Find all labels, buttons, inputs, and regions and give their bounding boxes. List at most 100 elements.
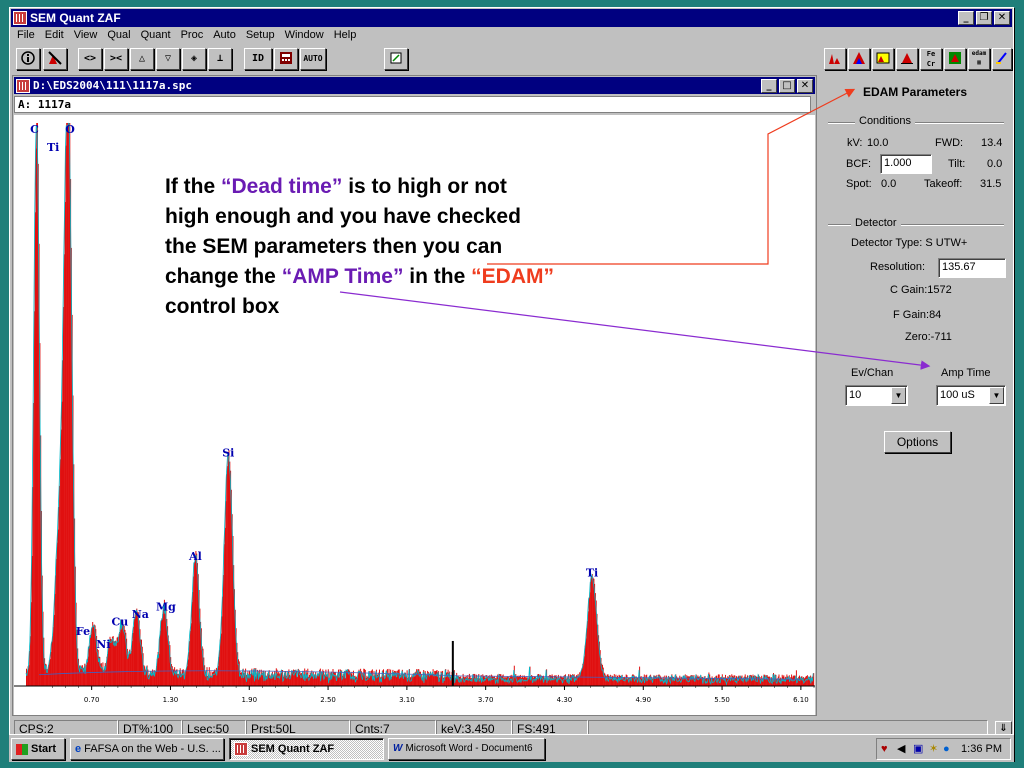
auto-button[interactable]: AUTO — [300, 48, 326, 70]
peak-label: C — [30, 123, 39, 136]
expand-icon[interactable]: <> — [78, 48, 102, 70]
calculator-icon[interactable] — [274, 48, 298, 70]
spectrum-window-icon[interactable] — [16, 78, 30, 93]
eraser-icon[interactable]: ◈ — [182, 48, 206, 70]
peak-label-icon[interactable]: ⊥ — [208, 48, 232, 70]
tilt-label: Tilt: — [948, 158, 966, 170]
triangle-peak-icon[interactable] — [896, 48, 918, 70]
shield-icon[interactable]: ♥ — [881, 739, 888, 759]
minimize-button[interactable]: _ — [958, 11, 974, 25]
menu-file[interactable]: File — [12, 28, 40, 44]
spectrum-minimize-button[interactable]: _ — [761, 78, 777, 93]
amp-time-value: 100 uS — [940, 389, 975, 401]
spectrum-icon[interactable] — [824, 48, 846, 70]
spectrum-label-bar: A: 1117a — [14, 96, 811, 113]
close-button[interactable]: ✕ — [994, 11, 1010, 25]
peak-label: Ti — [586, 567, 598, 580]
fwd-value: 13.4 — [981, 137, 1003, 149]
app-title-bar[interactable]: SEM Quant ZAF _ ❐ ✕ — [11, 9, 1012, 27]
no-peak-icon[interactable] — [43, 48, 67, 70]
annotation-line4-c: in the — [403, 265, 472, 288]
network-icon[interactable]: ▣ — [913, 739, 923, 759]
scale-up-icon[interactable]: △ — [130, 48, 154, 70]
menu-quant[interactable]: Quant — [136, 28, 176, 44]
resolution-input[interactable]: 135.67 — [938, 258, 1006, 278]
x-tick-label: 2.50 — [320, 696, 336, 704]
takeoff-label: Takeoff: — [924, 178, 963, 190]
system-tray: ♥ ◀ ▣ ✶ ● 1:36 PM — [876, 738, 1011, 760]
menu-view[interactable]: View — [69, 28, 103, 44]
detector-label: Detector — [851, 217, 901, 229]
scale-down-icon[interactable]: ▽ — [156, 48, 180, 70]
peak-label: Na — [132, 608, 149, 621]
messenger-icon[interactable]: ● — [943, 739, 950, 759]
edam-title: EDAM Parameters — [862, 85, 968, 99]
speaker-icon[interactable]: ◀ — [897, 739, 905, 759]
menu-window[interactable]: Window — [280, 28, 329, 44]
f-gain: F Gain:84 — [893, 309, 942, 321]
edam-icon[interactable]: edam ▦ — [968, 48, 990, 70]
menu-auto[interactable]: Auto — [208, 28, 241, 44]
annotation-line5: control box — [165, 295, 280, 318]
x-tick-label: 1.90 — [241, 696, 257, 704]
element-table-icon[interactable]: Fe Cr — [920, 48, 942, 70]
taskbar: Start e FAFSA on the Web - U.S. ... SEM … — [9, 734, 1014, 762]
word-icon: W — [393, 743, 403, 754]
sem-quant-icon — [234, 742, 248, 756]
menu-proc[interactable]: Proc — [176, 28, 209, 44]
chevron-down-icon[interactable]: ▼ — [989, 387, 1004, 404]
start-label: Start — [31, 743, 57, 755]
restore-button[interactable]: ❐ — [976, 11, 992, 25]
menu-setup[interactable]: Setup — [241, 28, 280, 44]
taskbar-item-label: Microsoft Word - Document6 — [405, 743, 533, 754]
taskbar-item-sem-quant[interactable]: SEM Quant ZAF — [229, 738, 384, 760]
annotation-dead-time: “Dead time” — [221, 175, 343, 198]
peak-label: Mg — [156, 600, 176, 613]
x-tick-label: 1.30 — [163, 696, 179, 704]
internet-explorer-icon: e — [75, 743, 82, 755]
clock: 1:36 PM — [961, 743, 1002, 755]
zero: Zero:-711 — [905, 331, 952, 343]
annotation-edam: “EDAM” — [471, 265, 554, 288]
detector-type: Detector Type: S UTW+ — [851, 237, 968, 249]
amp-time-select[interactable]: 100 uS ▼ — [936, 385, 1006, 406]
start-button[interactable]: Start — [11, 738, 65, 760]
takeoff-value: 31.5 — [980, 178, 1002, 190]
toolbar: <> >< △ ▽ ◈ ⊥ ID AUTO Fe Cr edam ▦ — [12, 45, 1012, 73]
probe-icon[interactable] — [992, 48, 1012, 70]
chevron-down-icon[interactable]: ▼ — [891, 387, 906, 404]
report-icon[interactable] — [384, 48, 408, 70]
annotation-amp-time: “AMP Time” — [281, 265, 404, 288]
menu-help[interactable]: Help — [329, 28, 362, 44]
taskbar-item-word[interactable]: W Microsoft Word - Document6 — [388, 738, 545, 760]
menu-qual[interactable]: Qual — [102, 28, 135, 44]
c-gain: C Gain:1572 — [890, 284, 952, 296]
peak-icon[interactable] — [848, 48, 870, 70]
menu-bar: File Edit View Qual Quant Proc Auto Setu… — [12, 28, 361, 44]
spot-label: Spot: — [846, 178, 872, 190]
star-icon[interactable]: ✶ — [929, 739, 938, 759]
menu-edit[interactable]: Edit — [40, 28, 69, 44]
ev-chan-select[interactable]: 10 ▼ — [845, 385, 908, 406]
x-tick-label: 5.50 — [714, 696, 730, 704]
spectrum-title-bar[interactable]: D:\EDS2004\111\1117a.spc _ □ ✕ — [14, 77, 815, 94]
conditions-label: Conditions — [855, 115, 915, 127]
options-button[interactable]: Options — [884, 431, 951, 453]
taskbar-item-fafsa[interactable]: e FAFSA on the Web - U.S. ... — [70, 738, 224, 760]
spectrum-maximize-button[interactable]: □ — [779, 78, 795, 93]
x-tick-label: 0.70 — [84, 696, 100, 704]
contract-icon[interactable]: >< — [104, 48, 128, 70]
annotation-line1-c: is to high or not — [342, 175, 507, 198]
info-icon[interactable] — [16, 48, 40, 70]
map-icon[interactable] — [944, 48, 966, 70]
peak-label: Al — [188, 550, 202, 563]
spectrum-close-button[interactable]: ✕ — [797, 78, 813, 93]
peak-label: Ti — [47, 141, 59, 154]
app-icon[interactable] — [13, 11, 27, 25]
bcf-input[interactable]: 1.000 — [880, 154, 932, 174]
taskbar-item-label: SEM Quant ZAF — [251, 743, 335, 755]
id-button[interactable]: ID — [244, 48, 272, 70]
compare-icon[interactable] — [872, 48, 894, 70]
peak-label: O — [65, 123, 75, 136]
annotation-line4-a: change the — [165, 265, 282, 288]
